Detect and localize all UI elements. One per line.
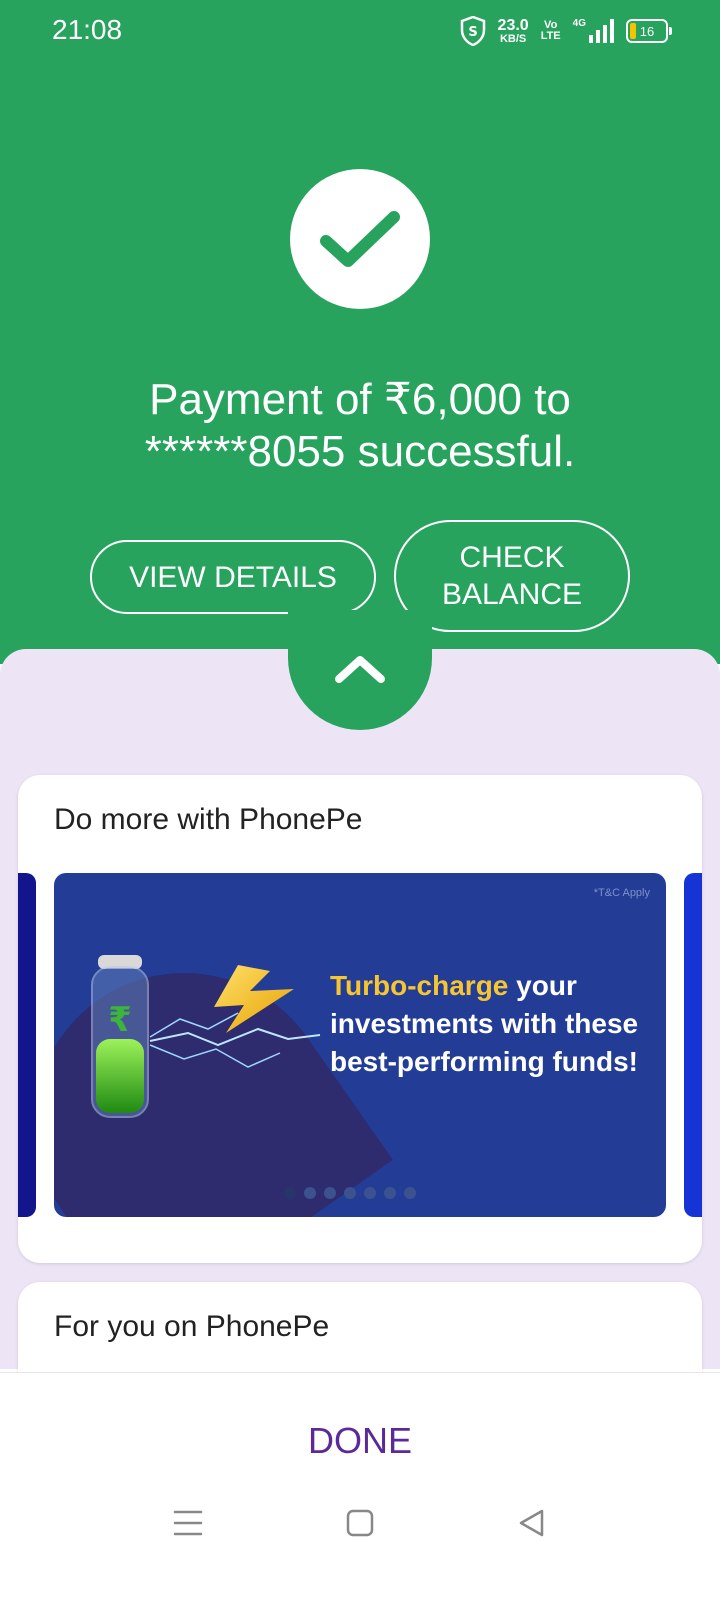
tnc-label: *T&C Apply bbox=[593, 887, 650, 899]
svg-text:S: S bbox=[468, 25, 477, 40]
carousel-dot[interactable] bbox=[344, 1187, 356, 1199]
back-button[interactable] bbox=[512, 1503, 552, 1543]
banner-highlight: Turbo-charge bbox=[330, 970, 509, 1001]
promo-banner[interactable]: *T&C Apply ₹ Turbo-charge your investmen… bbox=[54, 873, 666, 1217]
for-you-title: For you on PhonePe bbox=[54, 1310, 330, 1343]
status-bar: 21:08 S 23.0 KB/S Vo LTE 4G 16 bbox=[0, 0, 720, 64]
network-speed-unit: KB/S bbox=[499, 32, 527, 45]
home-button[interactable] bbox=[340, 1503, 380, 1543]
banner-headline: Turbo-charge your investments with these… bbox=[330, 967, 660, 1081]
recents-button[interactable] bbox=[168, 1503, 208, 1543]
done-button[interactable]: DONE bbox=[260, 1413, 460, 1469]
network-speed: 23.0 KB/S bbox=[497, 16, 529, 45]
payment-success-header: Payment of ₹6,000 to ******8055 successf… bbox=[0, 64, 720, 664]
previous-banner-peek[interactable] bbox=[18, 873, 36, 1217]
carousel-dot[interactable] bbox=[404, 1187, 416, 1199]
back-triangle-icon bbox=[519, 1509, 544, 1537]
check-balance-line-1: CHECK bbox=[459, 541, 565, 574]
carousel-dot[interactable] bbox=[304, 1187, 316, 1199]
status-time: 21:08 bbox=[52, 14, 123, 45]
battery-icon: 16 bbox=[626, 19, 672, 43]
next-banner-peek[interactable] bbox=[684, 873, 702, 1217]
menu-icon bbox=[173, 1510, 203, 1536]
chevron-up-icon bbox=[335, 656, 385, 683]
title-line-1: Payment of ₹6,000 to bbox=[149, 375, 571, 424]
volte-bottom: LTE bbox=[540, 30, 561, 42]
carousel-dots bbox=[284, 1187, 416, 1199]
network-speed-value: 23.0 bbox=[497, 16, 529, 34]
checkmark-icon bbox=[320, 211, 400, 267]
bottom-bar: DONE bbox=[0, 1372, 720, 1600]
shield-icon: S bbox=[460, 16, 485, 46]
status-icons: S 23.0 KB/S Vo LTE 4G 16 bbox=[460, 16, 672, 46]
network-type: 4G bbox=[572, 18, 586, 29]
success-badge bbox=[290, 169, 430, 309]
volte-icon: Vo LTE bbox=[541, 20, 561, 42]
carousel-dot[interactable] bbox=[324, 1187, 336, 1199]
carousel-dot[interactable] bbox=[364, 1187, 376, 1199]
svg-text:₹: ₹ bbox=[108, 1000, 132, 1040]
view-details-button[interactable]: VIEW DETAILS bbox=[90, 540, 376, 614]
carousel-dot[interactable] bbox=[384, 1187, 396, 1199]
check-balance-line-2: BALANCE bbox=[441, 578, 583, 611]
payment-success-title: Payment of ₹6,000 to ******8055 successf… bbox=[0, 374, 720, 478]
system-nav-bar bbox=[0, 1483, 720, 1563]
battery-level: 16 bbox=[639, 23, 655, 39]
charging-battery-icon: ₹ bbox=[91, 955, 321, 1118]
title-line-2: ******8055 successful. bbox=[144, 427, 576, 476]
square-icon bbox=[346, 1509, 374, 1537]
signal-icon: 4G bbox=[573, 19, 614, 43]
carousel-dot[interactable] bbox=[284, 1187, 296, 1199]
do-more-title: Do more with PhonePe bbox=[54, 803, 363, 836]
